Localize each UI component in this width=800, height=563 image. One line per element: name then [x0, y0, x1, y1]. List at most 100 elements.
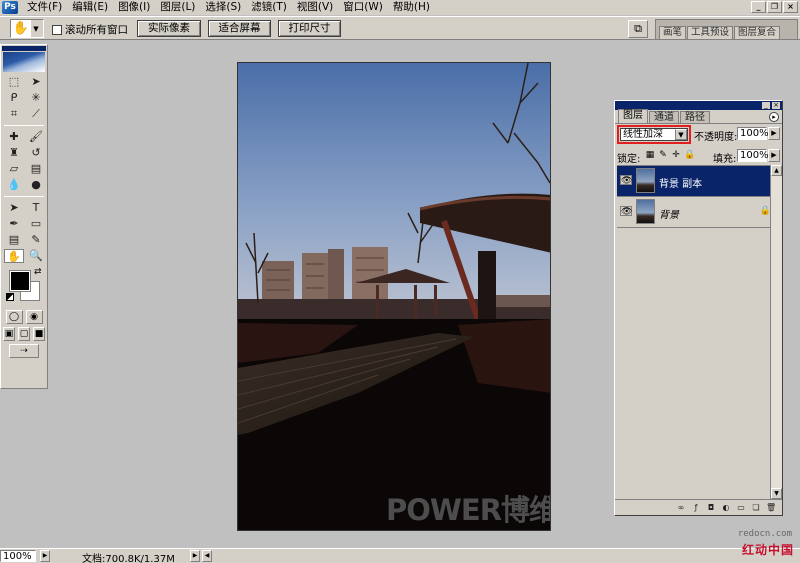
standard-mode-icon[interactable]: ◯ [5, 310, 23, 324]
eye-icon[interactable]: 👁 [620, 175, 632, 186]
adjustment-layer-icon[interactable]: ◐ [721, 503, 731, 513]
toolbox-divider [4, 125, 44, 126]
actual-pixels-button[interactable]: 实际像素 [137, 20, 201, 37]
gradient-tool-icon[interactable]: ▤ [26, 162, 46, 176]
crop-tool-icon[interactable]: ⌗ [4, 107, 24, 121]
link-layers-icon[interactable]: ∞ [676, 503, 686, 513]
tool-preset-picker[interactable]: ✋ ▼ [10, 19, 44, 38]
healing-brush-tool-icon[interactable]: ✚ [4, 130, 24, 144]
layer-mask-icon[interactable]: ◘ [706, 503, 716, 513]
fill-input[interactable]: 100% [737, 149, 769, 162]
opacity-input[interactable]: 100% [737, 127, 769, 140]
slice-tool-icon[interactable]: ⟋ [26, 107, 46, 121]
scroll-all-windows-option[interactable]: 滚动所有窗口 [52, 22, 128, 37]
fill-label: 填充: [713, 154, 737, 165]
default-colors-icon[interactable] [6, 293, 14, 301]
layer-list-scrollbar[interactable]: ▲ ▼ [770, 165, 782, 499]
eye-icon[interactable]: 👁 [620, 206, 632, 217]
fit-screen-button[interactable]: 适合屏幕 [208, 20, 271, 37]
palette-well-icon[interactable]: ⧉ [628, 20, 648, 38]
shape-tool-icon[interactable]: ▭ [26, 217, 46, 231]
zoom-tool-icon[interactable]: 🔍 [26, 249, 46, 263]
close-icon[interactable]: × [783, 1, 798, 13]
restore-icon[interactable]: ❐ [767, 1, 782, 13]
quick-mask-icon[interactable]: ◉ [25, 310, 43, 324]
screen-mode-standard-icon[interactable]: ▣ [3, 327, 15, 341]
menu-window[interactable]: 窗口(W) [338, 0, 388, 15]
palette-menu-icon[interactable]: ▸ [769, 112, 779, 122]
layers-palette-footer: ∞ ƒ ◘ ◐ ▭ ❏ 🗑 [615, 499, 782, 515]
scroll-down-icon[interactable]: ▼ [771, 488, 782, 499]
status-menu-arrow-icon[interactable]: ▶ [190, 550, 200, 562]
well-tab-brushes[interactable]: 画笔 [659, 26, 687, 39]
new-group-icon[interactable]: ▭ [736, 503, 746, 513]
foreground-color-swatch[interactable] [9, 270, 31, 292]
layer-row-background-copy[interactable]: 👁 背景 副本 [617, 166, 779, 197]
menu-filter[interactable]: 滤镜(T) [246, 0, 292, 15]
swap-colors-icon[interactable]: ⇄ [34, 267, 42, 277]
tab-layers[interactable]: 图层 [618, 109, 648, 123]
dodge-tool-icon[interactable]: ● [26, 178, 46, 192]
layer-style-icon[interactable]: ƒ [691, 503, 701, 513]
eraser-tool-icon[interactable]: ▱ [4, 162, 24, 176]
brush-tool-icon[interactable]: 🖌 [26, 130, 46, 144]
menu-view[interactable]: 视图(V) [292, 0, 338, 15]
tab-paths[interactable]: 路径 [680, 111, 710, 123]
scroll-all-windows-label: 滚动所有窗口 [65, 24, 128, 36]
lock-all-icon[interactable]: 🔒 [684, 150, 695, 160]
hand-tool-icon[interactable]: ✋ [4, 249, 24, 263]
screen-mode-full-menu-icon[interactable]: ▢ [18, 327, 30, 341]
fill-slider-arrow-icon[interactable]: ▶ [768, 149, 780, 162]
jump-to-imageready-icon[interactable]: ⇢ [9, 344, 39, 358]
blur-tool-icon[interactable]: 💧 [4, 178, 24, 192]
scroll-up-icon[interactable]: ▲ [771, 165, 782, 176]
site-logo-watermark: 红动中国 [741, 543, 794, 557]
toolbox-title-bar[interactable] [2, 46, 46, 51]
document-watermark: POWER博维 [386, 493, 551, 527]
minimize-icon[interactable]: _ [751, 1, 766, 13]
status-bar: 100% ▶ 文档:700.8K/1.37M ▶ ◀ [0, 548, 800, 563]
history-brush-tool-icon[interactable]: ↺ [26, 146, 46, 160]
well-tab-tool-presets[interactable]: 工具预设 [687, 26, 734, 39]
menu-layer[interactable]: 图层(L) [155, 0, 200, 15]
minimize-icon[interactable]: _ [762, 102, 770, 109]
layer-thumbnail [636, 168, 655, 193]
document-canvas[interactable]: POWER博维 [237, 62, 551, 531]
layers-palette: _ × 图层 通道 路径 ▸ 线性加深 ▼ 不透明度: 100% ▶ 锁定: ▦… [614, 100, 783, 516]
menu-select[interactable]: 选择(S) [200, 0, 246, 15]
clone-stamp-tool-icon[interactable]: ♜ [4, 146, 24, 160]
lock-image-icon[interactable]: ✎ [658, 150, 668, 160]
status-scroll-left-icon[interactable]: ◀ [202, 550, 212, 562]
zoom-menu-icon[interactable]: ▶ [40, 550, 50, 562]
path-selection-tool-icon[interactable]: ➤ [4, 201, 24, 215]
menu-file[interactable]: 文件(F) [22, 0, 67, 15]
new-layer-icon[interactable]: ❏ [751, 503, 761, 513]
trash-icon[interactable]: 🗑 [766, 503, 776, 513]
scroll-all-windows-checkbox[interactable] [52, 24, 62, 35]
marquee-tool-icon[interactable]: ⬚ [4, 75, 24, 89]
adobe-feather-icon[interactable] [3, 52, 45, 72]
screen-mode-full-icon[interactable]: ■ [33, 327, 45, 341]
menu-help[interactable]: 帮助(H) [388, 0, 435, 15]
notes-tool-icon[interactable]: ▤ [4, 233, 24, 247]
lasso-tool-icon[interactable]: ᑭ [4, 91, 24, 105]
eyedropper-tool-icon[interactable]: ✎ [26, 233, 46, 247]
magic-wand-tool-icon[interactable]: ✳ [26, 91, 46, 105]
tab-channels[interactable]: 通道 [649, 111, 679, 123]
lock-position-icon[interactable]: ✛ [671, 150, 681, 160]
print-size-button[interactable]: 打印尺寸 [278, 20, 341, 37]
photoshop-app-icon[interactable]: Ps [2, 1, 18, 14]
opacity-slider-arrow-icon[interactable]: ▶ [768, 127, 780, 140]
menu-image[interactable]: 图像(I) [113, 0, 155, 15]
document-size-info: 文档:700.8K/1.37M [82, 554, 175, 563]
move-tool-icon[interactable]: ➤ [26, 75, 46, 89]
well-tab-layer-comps[interactable]: 图层复合 [734, 26, 781, 39]
type-tool-icon[interactable]: T [26, 201, 46, 215]
pen-tool-icon[interactable]: ✒ [4, 217, 24, 231]
zoom-level-input[interactable]: 100% [0, 550, 36, 562]
lock-transparent-icon[interactable]: ▦ [645, 150, 655, 160]
layer-row-background[interactable]: 👁 背景 🔒 [617, 197, 779, 228]
blend-mode-select[interactable]: 线性加深 ▼ [620, 128, 688, 141]
close-icon[interactable]: × [772, 102, 780, 109]
menu-edit[interactable]: 编辑(E) [67, 0, 113, 15]
